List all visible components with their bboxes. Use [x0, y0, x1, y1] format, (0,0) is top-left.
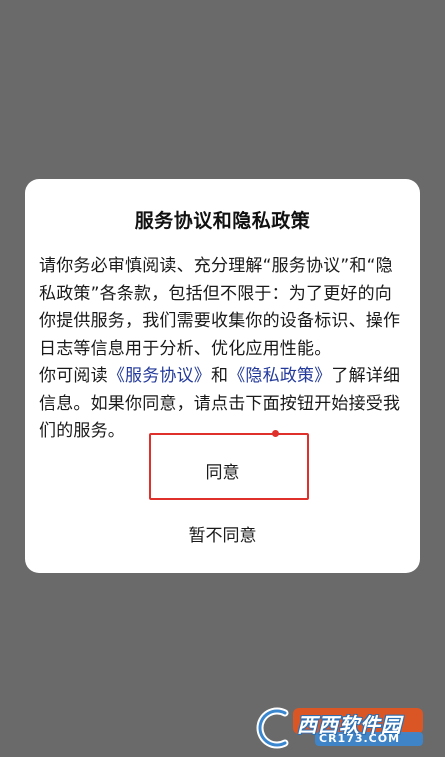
- paragraph-2-and: 和: [211, 366, 229, 386]
- dialog-paragraph-2: 你可阅读《服务协议》和《隐私政策》了解详细信息。如果你同意，请点击下面按钮开始接…: [39, 363, 406, 446]
- watermark: 西西软件园 CR173.COM: [245, 705, 427, 749]
- privacy-policy-link[interactable]: 《隐私政策》: [228, 366, 331, 386]
- watermark-brand: 西西软件园: [297, 713, 402, 737]
- watermark-site: CR173.COM: [319, 732, 401, 745]
- dialog-paragraph-1: 请你务必审慎阅读、充分理解“服务协议”和“隐私政策”各条款，包括但不限于：为了更…: [39, 256, 401, 359]
- paragraph-2-prefix: 你可阅读: [39, 366, 108, 386]
- dialog-title: 服务协议和隐私政策: [134, 210, 311, 232]
- dialog-body: 请你务必审慎阅读、充分理解“服务协议”和“隐私政策”各条款，包括但不限于：为了更…: [39, 253, 406, 446]
- watermark-logo-icon: [256, 707, 423, 749]
- privacy-dialog: 服务协议和隐私政策 请你务必审慎阅读、充分理解“服务协议”和“隐私政策”各条款，…: [25, 179, 420, 573]
- service-agreement-link[interactable]: 《服务协议》: [108, 366, 211, 386]
- disagree-button[interactable]: 暂不同意: [25, 521, 420, 546]
- agree-button[interactable]: 同意: [25, 458, 420, 483]
